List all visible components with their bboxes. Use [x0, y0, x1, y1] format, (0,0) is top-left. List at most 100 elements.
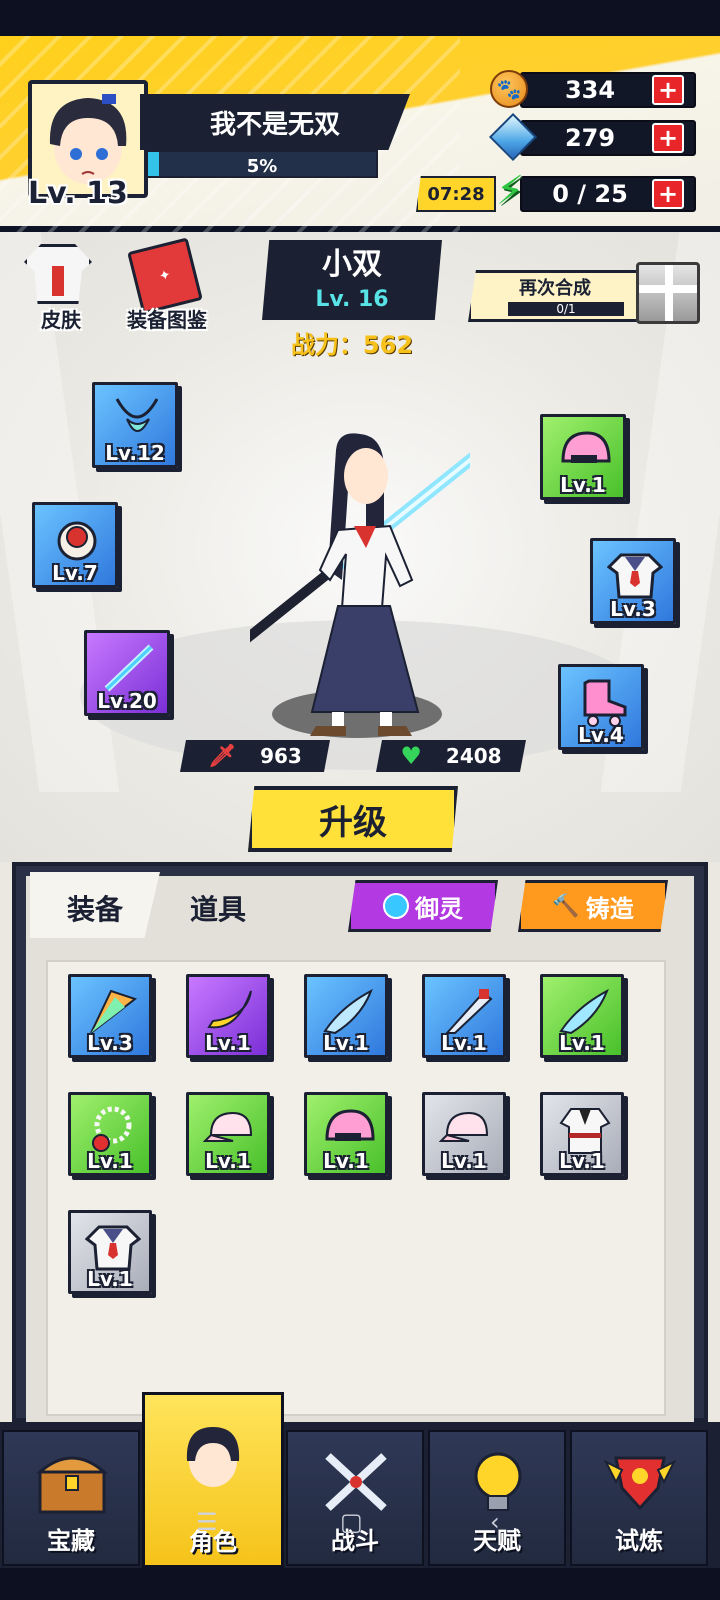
spirit-icon [383, 893, 409, 919]
slot-level: Lv.7 [52, 561, 98, 585]
player-name[interactable]: 我不是无双 [140, 94, 410, 150]
inventory-item[interactable]: Lv.3 [68, 974, 152, 1058]
nav-role[interactable]: 角色 [142, 1392, 284, 1568]
combat-power: 战力：562 [290, 330, 414, 359]
gift-box-icon[interactable] [636, 262, 700, 324]
slot-level: Lv.3 [610, 597, 656, 621]
skin-label: 皮肤 [41, 308, 81, 332]
add-energy-button[interactable]: + [652, 179, 684, 209]
attack-value: 963 [260, 744, 302, 768]
nav-treasure-label: 宝藏 [47, 1527, 95, 1555]
status-strip [0, 0, 720, 40]
add-gems-button[interactable]: + [652, 123, 684, 153]
inventory-item[interactable]: Lv.1 [68, 1092, 152, 1176]
system-nav-bar [0, 1568, 720, 1600]
slot-level: Lv.1 [323, 1149, 369, 1173]
attack-stat: 🗡 963 [180, 740, 330, 772]
skin-shortcut[interactable]: 皮肤 [18, 244, 98, 334]
health-stat: ♥ 2408 [376, 740, 526, 772]
bead-necklace-icon [92, 1106, 132, 1152]
slot-level: Lv.1 [205, 1031, 251, 1055]
book-icon: ✦ [127, 237, 203, 315]
merge-progress-text: 0/1 [556, 302, 576, 316]
hammer-icon: 🔨 [552, 893, 580, 919]
trophy-emblem-icon [603, 1456, 677, 1511]
nav-trial-label: 试炼 [615, 1527, 663, 1555]
crystal-fan-icon [90, 989, 138, 1034]
uniform-icon [607, 553, 663, 599]
catalog-label: 装备图鉴 [127, 308, 207, 332]
slot-level: Lv.1 [323, 1031, 369, 1055]
player-level: Lv. 13 [28, 176, 128, 211]
sword-icon: 🗡 [208, 743, 237, 769]
inventory-item[interactable]: Lv.1 [540, 974, 624, 1058]
inventory-item[interactable]: Lv.1 [422, 1092, 506, 1176]
spirit-label: 御灵 [415, 894, 463, 923]
tab-equipment[interactable]: 装备 [40, 880, 150, 936]
hero-name: 小双 [322, 247, 382, 282]
inventory-item[interactable]: Lv.1 [304, 1092, 388, 1176]
cap-icon [203, 1111, 253, 1142]
nav-trial[interactable]: 试炼 [570, 1430, 708, 1566]
slot-level: Lv.3 [87, 1031, 133, 1055]
inventory-item[interactable]: Lv.1 [422, 974, 506, 1058]
equipment-catalog-shortcut[interactable]: ✦ 装备图鉴 [112, 237, 222, 334]
banana-blade-icon [207, 990, 252, 1029]
gold-value: 334 [564, 76, 616, 104]
robe-icon [559, 1108, 611, 1154]
spirit-button[interactable]: 御灵 [348, 880, 498, 932]
forge-label: 铸造 [585, 894, 634, 923]
home-icon[interactable]: ▢ [340, 1508, 363, 1536]
necklace-icon [115, 398, 159, 432]
slot-level: Lv.4 [578, 723, 624, 747]
health-value: 2408 [445, 744, 502, 768]
merge-again-label: 再次合成 [519, 278, 591, 299]
inventory-item[interactable]: Lv.1 [540, 1092, 624, 1176]
inventory-item[interactable]: Lv.1 [186, 974, 270, 1058]
inventory-item[interactable]: Lv.1 [186, 1092, 270, 1176]
recent-apps-icon[interactable]: ☰ [196, 1508, 218, 1536]
tab-items[interactable]: 道具 [168, 880, 268, 936]
inventory-item[interactable]: Lv.1 [304, 974, 388, 1058]
nav-treasure[interactable]: 宝藏 [2, 1430, 140, 1566]
forge-button[interactable]: 🔨 铸造 [518, 880, 668, 932]
equip-slot-ring[interactable]: Lv.7 [32, 502, 118, 588]
slot-level: Lv.20 [97, 689, 157, 713]
nav-talent[interactable]: 天赋 [428, 1430, 566, 1566]
slot-level: Lv.1 [559, 1031, 605, 1055]
equip-slot-shoes[interactable]: Lv.4 [558, 664, 644, 750]
equip-slot-helmet[interactable]: Lv.1 [540, 414, 626, 500]
ring-icon [57, 521, 97, 561]
upgrade-button[interactable]: 升级 [248, 786, 458, 852]
slot-level: Lv.1 [559, 1149, 605, 1173]
paw-coin-icon: 🐾 [490, 70, 528, 108]
uniform-icon [85, 1225, 141, 1271]
helmet-icon [325, 1109, 375, 1141]
add-gold-button[interactable]: + [652, 75, 684, 105]
helmet-icon [561, 431, 611, 463]
scythe-blade-icon [559, 988, 609, 1035]
scythe-blade-icon [323, 988, 373, 1035]
slot-level: Lv.1 [87, 1149, 133, 1173]
light-sword-icon [104, 644, 154, 692]
energy-value: 0 / 25 [552, 180, 628, 208]
slot-level: Lv.12 [105, 441, 165, 465]
equip-slot-weapon[interactable]: Lv.20 [84, 630, 170, 716]
slot-level: Lv.1 [560, 473, 606, 497]
inventory-item[interactable]: Lv.1 [68, 1210, 152, 1294]
slot-level: Lv.1 [87, 1267, 133, 1291]
equip-slot-necklace[interactable]: Lv.12 [92, 382, 178, 468]
gem-value: 279 [564, 124, 616, 152]
heart-icon: ♥ [400, 742, 422, 770]
cap-icon [439, 1111, 489, 1142]
tie-icon [52, 266, 64, 296]
treasure-chest-icon [36, 1456, 108, 1514]
hero-level: Lv. 16 [315, 286, 389, 312]
equip-slot-armor[interactable]: Lv.3 [590, 538, 676, 624]
back-icon[interactable]: ‹ [490, 1508, 500, 1536]
roller-skate-icon [583, 679, 627, 727]
slot-level: Lv.1 [441, 1149, 487, 1173]
energy-timer: 07:28 [416, 176, 496, 212]
hero-character [250, 433, 470, 736]
nav-battle[interactable]: 战斗 [286, 1430, 424, 1566]
